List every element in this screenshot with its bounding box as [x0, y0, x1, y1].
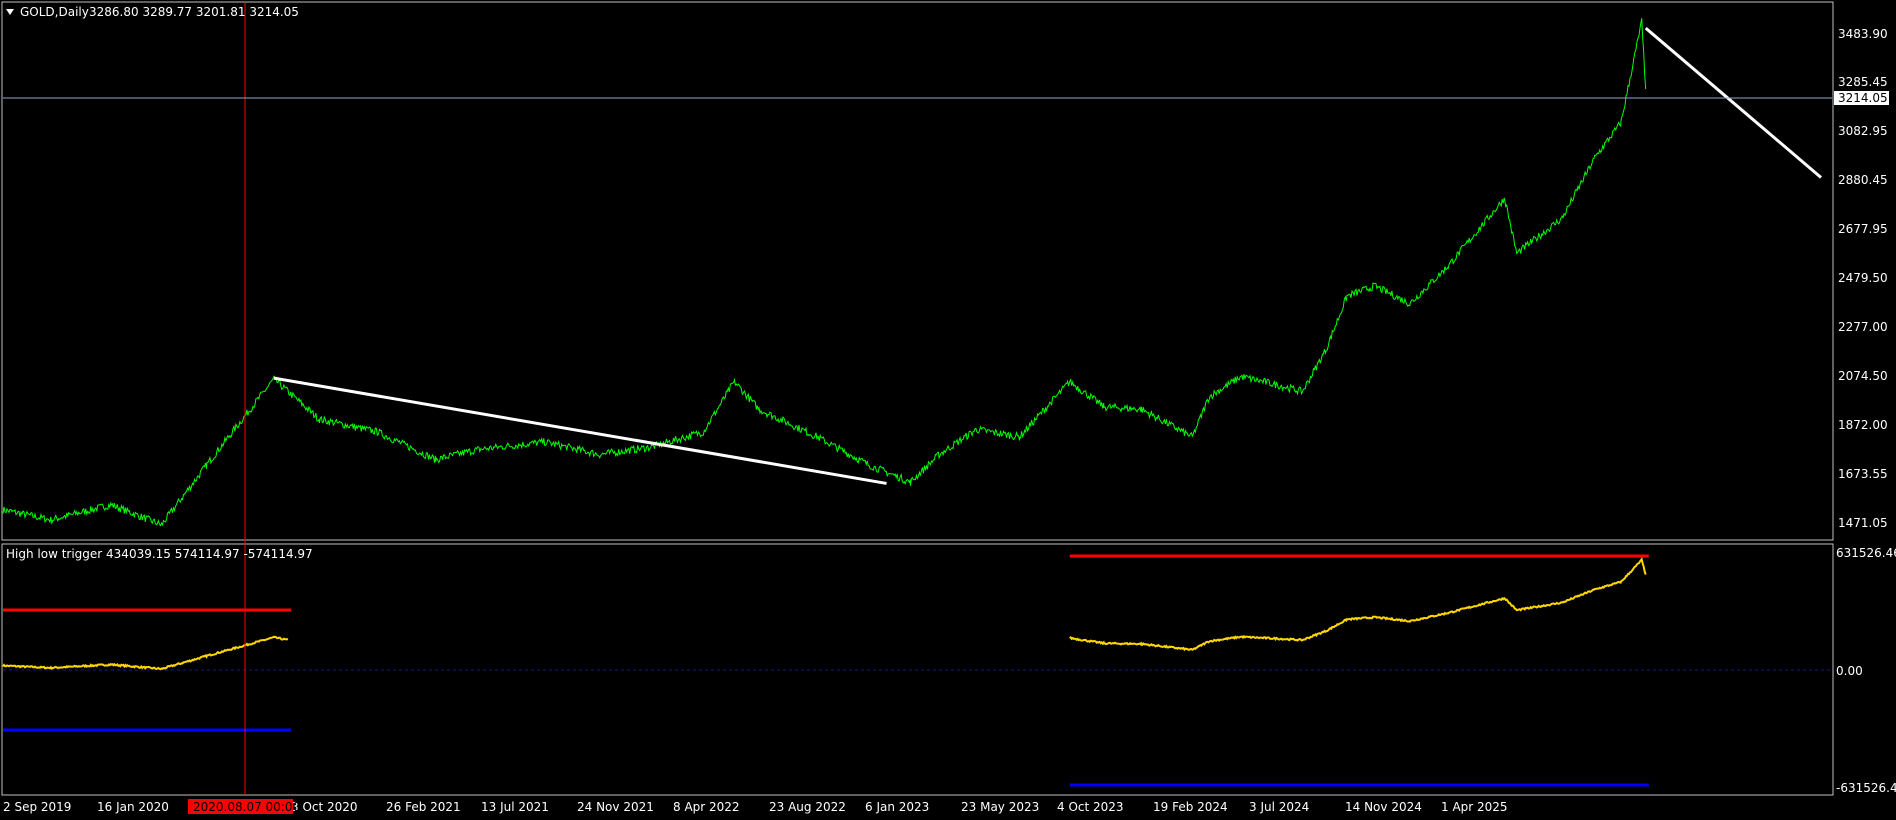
time-tick-label: 8 Apr 2022: [673, 800, 740, 814]
price-tick-label: 2479.50: [1838, 271, 1888, 285]
price-tick-label: 1471.05: [1838, 516, 1888, 530]
indicator-tick-label: 0.00: [1836, 664, 1863, 678]
indicator-tick-label: 631526.46: [1836, 546, 1896, 560]
price-tick-label: 3285.45: [1838, 75, 1888, 89]
chart-window[interactable]: GOLD,Daily 3286.80 3289.77 3201.81 3214.…: [0, 0, 1896, 820]
price-tick-label: 2277.00: [1838, 320, 1888, 334]
time-tick-label: 19 Feb 2024: [1153, 800, 1228, 814]
time-tick-label: 4 Oct 2023: [1057, 800, 1124, 814]
price-tick-label: 1872.00: [1838, 418, 1888, 432]
indicator-tick-label: -631526.46: [1836, 781, 1896, 795]
time-tick-label: 16 Jan 2020: [97, 800, 169, 814]
crosshair-time-label: 2020.08.07 00:00: [193, 800, 300, 814]
time-tick-label: 24 Nov 2021: [577, 800, 654, 814]
time-tick-label: 14 Nov 2024: [1345, 800, 1422, 814]
time-tick-label: 23 May 2023: [961, 800, 1039, 814]
price-tick-label: 2880.45: [1838, 173, 1888, 187]
time-tick-label: 3 Oct 2020: [291, 800, 358, 814]
indicator-title: High low trigger 434039.15 574114.97 -57…: [6, 547, 313, 561]
chart-background: [0, 0, 1896, 820]
price-tick-label: 3082.95: [1838, 124, 1888, 138]
time-tick-label: 23 Aug 2022: [769, 800, 846, 814]
price-tick-label: 2677.95: [1838, 222, 1888, 236]
price-tick-label: 3483.90: [1838, 27, 1888, 41]
ohlc-values: 3286.80 3289.77 3201.81 3214.05: [89, 5, 299, 19]
current-price-label: 3214.05: [1838, 91, 1888, 105]
time-tick-label: 1 Apr 2025: [1441, 800, 1508, 814]
time-tick-label: 2 Sep 2019: [3, 800, 71, 814]
time-tick-label: 6 Jan 2023: [865, 800, 929, 814]
price-tick-label: 1673.55: [1838, 467, 1888, 481]
time-tick-label: 13 Jul 2021: [481, 800, 549, 814]
time-tick-label: 3 Jul 2024: [1249, 800, 1309, 814]
price-tick-label: 2074.50: [1838, 369, 1888, 383]
symbol-title: GOLD,Daily: [20, 5, 89, 19]
time-tick-label: 26 Feb 2021: [386, 800, 461, 814]
